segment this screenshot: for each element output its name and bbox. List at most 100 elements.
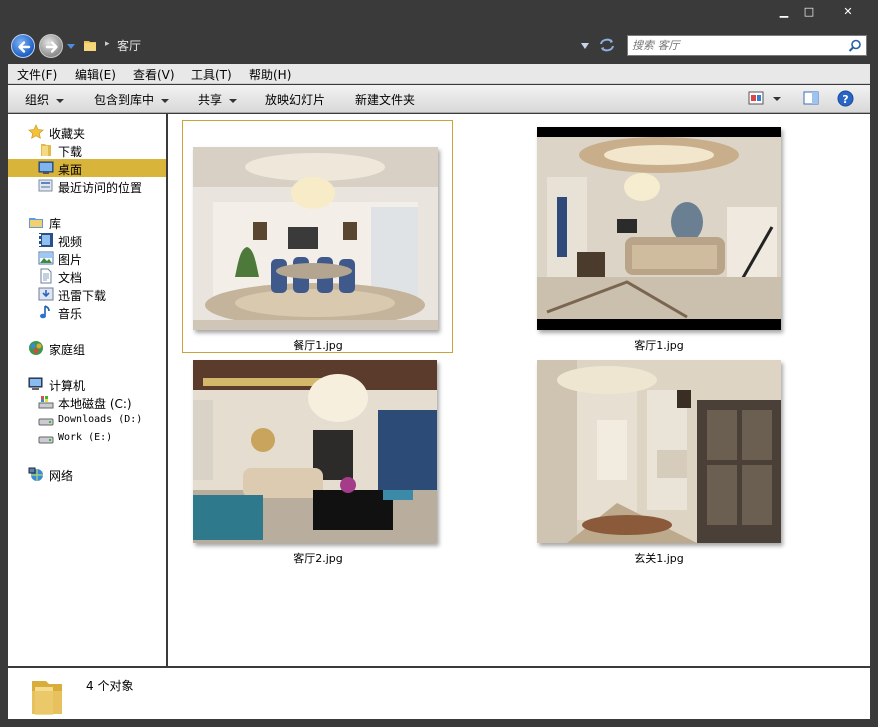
new-folder-label: 新建文件夹 [355,93,416,107]
document-icon [40,268,52,284]
homegroup-icon [29,341,43,355]
view-options-dropdown[interactable] [773,91,781,105]
nav-xunlei-downloads[interactable]: 迅雷下载 [8,285,166,303]
minimize-button[interactable]: ▁ [772,4,796,20]
title-bar: ▁ □ ✕ [0,0,878,28]
chevron-down-icon [56,98,65,103]
slideshow-button[interactable]: 放映幻灯片 [265,91,325,108]
file-thumbnail[interactable] [193,360,437,543]
back-button[interactable] [11,34,35,58]
file-name[interactable]: 客厅2.jpg [183,550,453,566]
chevron-down-icon [773,96,781,101]
library-icon [29,218,43,228]
nav-drive-e[interactable]: Work (E:) [8,429,166,447]
folder-icon [32,681,62,715]
nav-documents-label: 文档 [58,271,83,285]
living-room-thumbnail-image [537,127,781,330]
breadcrumb-separator-icon[interactable]: ▸ [105,39,110,49]
search-icon[interactable] [848,39,862,53]
menu-edit[interactable]: 编辑(E) [75,66,116,83]
nav-homegroup-label: 家庭组 [49,343,86,357]
folder-icon [84,41,96,51]
menu-help[interactable]: 帮助(H) [249,66,291,83]
item-count: 4 个对象 [86,679,134,693]
download-folder-icon [38,287,54,301]
recent-pages-dropdown-icon[interactable] [67,44,75,49]
change-view-icon[interactable] [748,91,764,105]
slideshow-label: 放映幻灯片 [265,93,326,107]
nav-network[interactable]: 网络 [8,465,166,483]
help-icon[interactable]: ? [837,90,854,107]
system-drive-icon [38,396,54,409]
chevron-down-icon [229,98,238,103]
nav-drive-c[interactable]: 本地磁盘 (C:) [8,393,166,411]
nav-music-label: 音乐 [58,307,83,321]
search-input[interactable] [632,37,842,54]
file-list: 餐厅1.jpg 客厅1.jpg 客厅2.jpg 玄关1.jpg [168,114,870,666]
nav-xunlei-label: 迅雷下载 [58,289,107,303]
menu-bar: 文件(F) 编辑(E) 查看(V) 工具(T) 帮助(H) [8,64,870,84]
nav-pictures[interactable]: 图片 [8,249,166,267]
nav-favorites-label: 收藏夹 [49,127,86,141]
new-folder-button[interactable]: 新建文件夹 [355,91,415,108]
living-room-2-thumbnail-image [193,360,437,543]
breadcrumb-current[interactable]: 客厅 [117,37,141,54]
menu-tools[interactable]: 工具(T) [191,66,232,83]
nav-drive-c-label: 本地磁盘 (C:) [58,397,132,411]
include-library-label: 包含到库中 [94,93,155,107]
include-in-library-button[interactable]: 包含到库中 [94,91,170,108]
navigation-pane: 收藏夹 下载 桌面 最近访问的位置 库 视频 图片 文档 迅雷下载 音乐 家庭组 [8,114,166,666]
computer-icon [28,377,43,390]
nav-homegroup[interactable]: 家庭组 [8,339,166,357]
close-button[interactable]: ✕ [836,4,860,20]
refresh-icon[interactable] [598,37,616,53]
nav-pictures-label: 图片 [58,253,83,267]
file-thumbnail[interactable] [537,360,781,543]
arrow-right-icon [45,41,58,53]
nav-downloads[interactable]: 下载 [8,141,166,159]
address-history-dropdown-icon[interactable] [581,43,589,49]
maximize-button[interactable]: □ [797,4,821,20]
file-name[interactable]: 玄关1.jpg [524,550,794,566]
file-name[interactable]: 餐厅1.jpg [183,337,453,353]
drive-icon [38,436,54,444]
details-pane: 4 个对象 [8,666,870,719]
file-thumbnail[interactable] [537,127,781,330]
folder-icon [41,144,51,156]
menu-file[interactable]: 文件(F) [17,66,57,83]
nav-downloads-label: 下载 [58,145,83,159]
video-icon [39,233,53,247]
nav-network-label: 网络 [49,469,74,483]
recent-places-icon [38,179,53,192]
nav-drive-d[interactable]: Downloads (D:) [8,411,166,429]
nav-libraries[interactable]: 库 [8,213,166,231]
share-label: 共享 [198,93,223,107]
svg-text:?: ? [842,93,848,106]
nav-recent-places[interactable]: 最近访问的位置 [8,177,166,195]
preview-pane-icon[interactable] [803,91,819,105]
organize-button[interactable]: 组织 [25,91,65,108]
file-name[interactable]: 客厅1.jpg [524,337,794,353]
nav-drive-d-label: Downloads (D:) [58,414,143,425]
organize-label: 组织 [25,93,50,107]
nav-favorites[interactable]: 收藏夹 [8,123,166,141]
drive-icon [38,418,54,426]
nav-videos[interactable]: 视频 [8,231,166,249]
pictures-icon [38,251,54,265]
nav-music[interactable]: 音乐 [8,303,166,321]
file-thumbnail[interactable] [193,147,438,330]
nav-computer[interactable]: 计算机 [8,375,166,393]
nav-computer-label: 计算机 [49,379,86,393]
entrance-hall-thumbnail-image [537,360,781,543]
share-button[interactable]: 共享 [198,91,238,108]
command-bar: 组织 包含到库中 共享 放映幻灯片 新建文件夹 ? [8,85,870,113]
menu-view[interactable]: 查看(V) [133,66,175,83]
nav-desktop[interactable]: 桌面 [8,159,166,177]
search-box[interactable] [627,35,867,56]
dining-room-thumbnail-image [193,147,438,330]
nav-documents[interactable]: 文档 [8,267,166,285]
arrow-left-icon [18,41,31,53]
nav-desktop-label: 桌面 [58,163,83,177]
star-icon [28,124,44,139]
forward-button[interactable] [39,34,63,58]
